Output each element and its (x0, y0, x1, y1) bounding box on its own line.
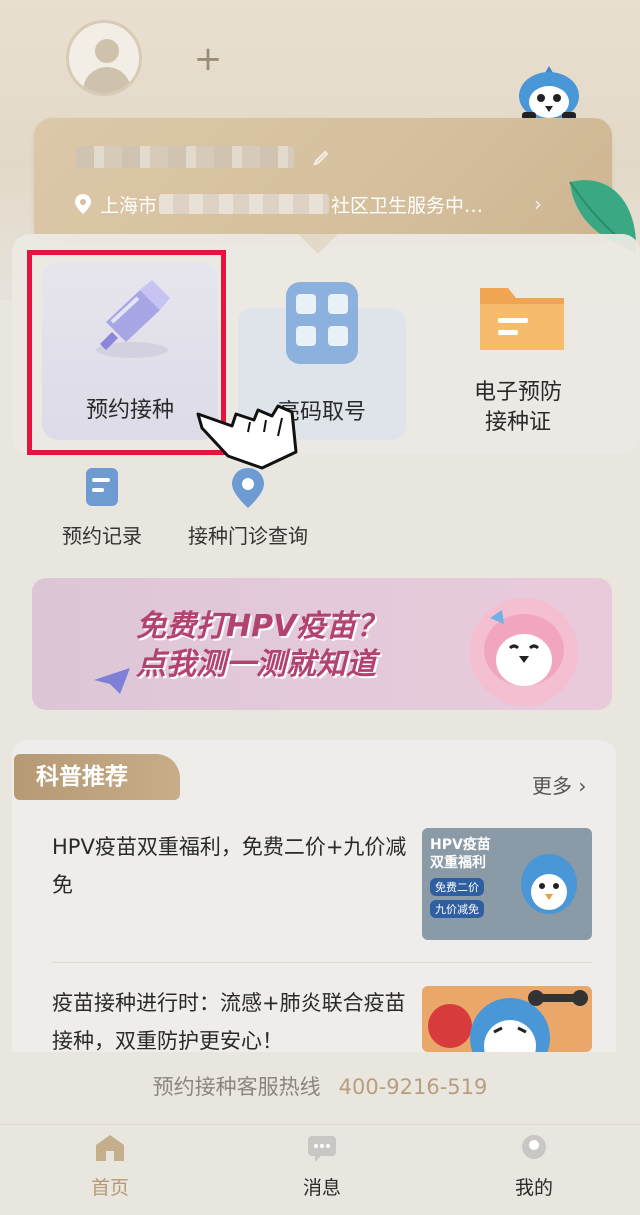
message-icon (308, 1136, 336, 1162)
hotline-number[interactable]: 400-9216-519 (339, 1075, 488, 1099)
user-name-blurred (76, 146, 294, 168)
news-item-title[interactable]: 疫苗接种进行时：流感+肺炎联合疫苗接种，双重防护更安心！ (52, 984, 408, 1060)
news-divider (52, 962, 592, 963)
clinic-location[interactable]: 上海市 社区卫生服务中… (74, 190, 554, 218)
location-suffix: 社区卫生服务中… (331, 194, 484, 217)
hotline-label: 预约接种客服热线 (152, 1075, 321, 1099)
news-item-thumbnail[interactable] (422, 986, 592, 1052)
e-vaccination-certificate-button[interactable]: 电子预防 接种证 (430, 270, 606, 440)
thumb-badge-2: 九价减免 (430, 900, 484, 918)
bird-mascot-icon (428, 990, 588, 1052)
news-item-title[interactable]: HPV疫苗双重福利，免费二价+九价减免 (52, 828, 408, 904)
edit-icon[interactable] (312, 146, 332, 166)
tab-home[interactable]: 首页 (50, 1133, 170, 1200)
bird-mascot-icon (470, 598, 578, 706)
location-blurred (159, 194, 330, 214)
avatar[interactable] (66, 20, 142, 96)
appointment-records-label: 预约记录 (62, 524, 142, 548)
banner-headline: 免费打HPV疫苗？ 点我测一测就知道 (136, 608, 456, 684)
add-member-button[interactable]: + (190, 42, 226, 78)
tab-profile-label: 我的 (514, 1177, 553, 1199)
tab-home-label: 首页 (90, 1177, 129, 1199)
profile-icon (522, 1135, 546, 1159)
news-section-tag: 科普推荐 (14, 754, 180, 800)
paper-plane-icon (94, 668, 130, 694)
bird-mascot-icon (519, 66, 579, 120)
home-icon (96, 1135, 124, 1161)
location-prefix: 上海市 (100, 194, 158, 217)
location-pin-icon (232, 468, 264, 508)
news-item-thumbnail[interactable]: HPV疫苗 双重福利 免费二价 九价减免 (422, 828, 592, 940)
tab-messages[interactable]: 消息 (262, 1133, 382, 1200)
user-info-card[interactable] (34, 118, 612, 246)
banner-line-2: 点我测一测就知道 (136, 647, 376, 682)
record-icon (86, 468, 118, 506)
bottom-tab-bar: 首页 消息 我的 (0, 1124, 640, 1215)
location-pin-icon (75, 194, 91, 214)
certificate-label-line2: 接种证 (484, 410, 551, 435)
news-more-link[interactable]: 更多 › (532, 770, 586, 799)
certificate-label-line1: 电子预防 (473, 380, 562, 405)
chevron-right-icon: › (534, 192, 542, 216)
thumb-badge-1: 免费二价 (430, 878, 484, 896)
qr-code-icon (286, 282, 358, 364)
bird-mascot-icon (521, 854, 577, 914)
clinic-search-label: 接种门诊查询 (188, 524, 308, 548)
pointer-hand-icon (196, 404, 298, 470)
appointment-records-button[interactable]: 预约记录 (52, 466, 152, 549)
clinic-search-button[interactable]: 接种门诊查询 (180, 466, 316, 549)
hpv-quiz-banner[interactable]: 免费打HPV疫苗？ 点我测一测就知道 (32, 578, 612, 710)
thumb-line-2: 双重福利 (430, 855, 486, 871)
thumb-line-1: HPV疫苗 (430, 837, 491, 853)
tab-profile[interactable]: 我的 (474, 1133, 594, 1200)
customer-hotline: 预约接种客服热线 400-9216-519 (0, 1052, 640, 1122)
tab-messages-label: 消息 (302, 1177, 341, 1199)
folder-icon (480, 288, 564, 350)
banner-line-1: 免费打HPV疫苗？ (136, 609, 387, 644)
